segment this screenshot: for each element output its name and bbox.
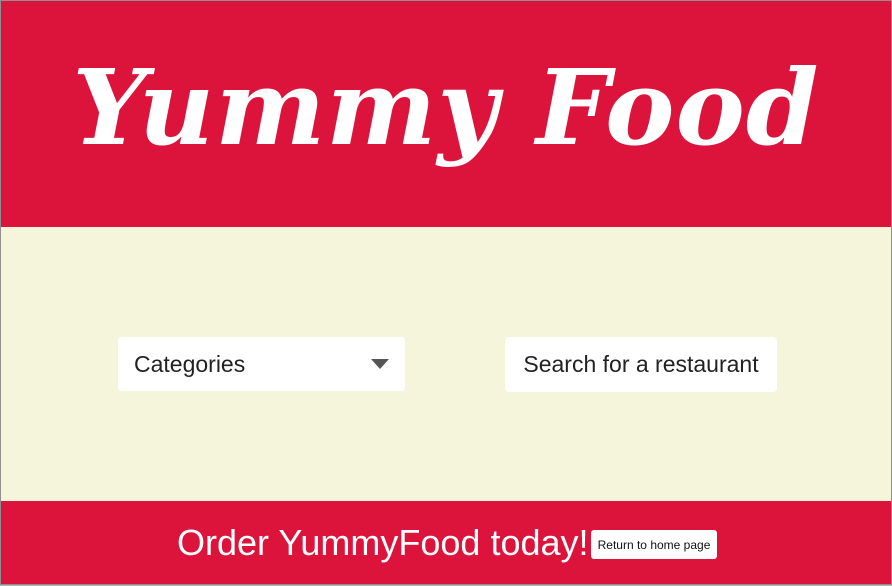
categories-select[interactable]: Categories: [118, 337, 405, 391]
chevron-down-icon: [371, 359, 389, 369]
footer-tagline: Order YummyFood today!: [177, 522, 589, 563]
return-home-button[interactable]: Return to home page: [591, 530, 717, 559]
site-header: Yummy Food: [1, 1, 891, 227]
site-logo: Yummy Food: [72, 46, 820, 169]
site-footer: Order YummyFood today! Return to home pa…: [1, 501, 891, 584]
search-restaurant-button[interactable]: Search for a restaurant: [505, 337, 777, 392]
app-window: Yummy Food Categories Search for a resta…: [0, 0, 892, 585]
categories-select-value: Categories: [134, 350, 246, 377]
main-content: Categories Search for a restaurant: [1, 227, 891, 501]
